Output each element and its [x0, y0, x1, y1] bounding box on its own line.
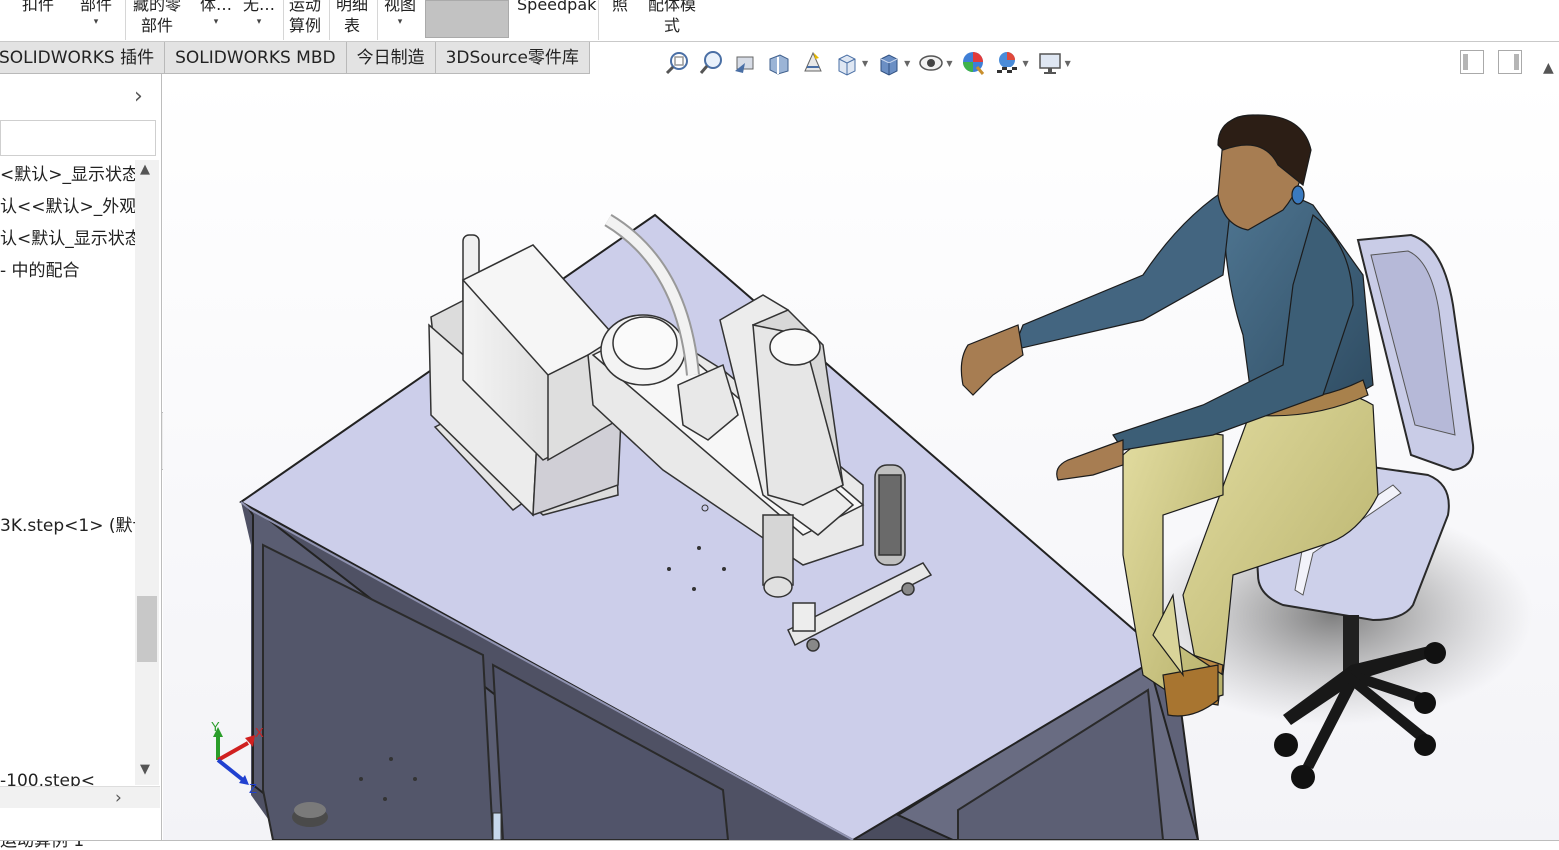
edit-appearance-icon[interactable]	[956, 47, 990, 79]
triad-x-label: X	[255, 725, 264, 740]
ribbon-label: 运动	[289, 0, 322, 14]
scrollbar-thumb[interactable]	[137, 596, 157, 662]
ribbon-label: 照	[612, 0, 629, 14]
dynamic-annotation-icon[interactable]	[796, 47, 830, 79]
hide-show-items-icon[interactable]	[914, 47, 948, 79]
ribbon-large-assembly-button[interactable]: 配体模 式	[648, 0, 696, 36]
ribbon-label: 视图	[384, 0, 417, 14]
chevron-down-icon[interactable]: ▼	[1022, 59, 1028, 68]
tab-solidworks-addins[interactable]: SOLIDWORKS 插件	[0, 42, 166, 74]
tree-item[interactable]: <默认>_显示状态	[0, 164, 139, 186]
chevron-down-icon[interactable]: ▾	[243, 15, 275, 29]
command-manager-tabs: SOLIDWORKS 插件 SOLIDWORKS MBD 今日制造 3DSour…	[0, 42, 590, 74]
chevron-down-icon[interactable]: ▾	[384, 15, 416, 29]
ribbon-label: 式	[664, 16, 681, 35]
expand-left-panel-icon[interactable]	[1460, 50, 1484, 74]
expand-task-pane-icon[interactable]	[1498, 50, 1522, 74]
heads-up-view-toolbar: ▼ ▼ ▼ ▼ ▼	[660, 45, 1075, 81]
tree-vertical-scrollbar[interactable]	[135, 160, 159, 785]
ribbon-components-button[interactable]: 部件 ▾	[80, 0, 112, 29]
panel-expand-chevron-icon[interactable]: ›	[134, 84, 143, 109]
view-settings-icon[interactable]	[1033, 47, 1067, 79]
ribbon-label: Speedpak	[517, 0, 597, 14]
zoom-to-area-icon[interactable]	[694, 47, 728, 79]
scroll-up-icon[interactable]: ▲	[1543, 60, 1554, 76]
motion-study-tab-bar: 运动算例 1	[0, 840, 1559, 850]
graphics-viewport[interactable]: Y X Z	[163, 75, 1559, 840]
chevron-down-icon[interactable]: ▾	[200, 15, 232, 29]
ribbon-bom-button[interactable]: 明细 表	[336, 0, 368, 36]
tab-3dsource-library[interactable]: 3DSource零件库	[435, 42, 590, 74]
ribbon-view-button[interactable]: 视图 ▾	[384, 0, 416, 29]
ribbon-label: 部件	[141, 16, 174, 35]
previous-view-icon[interactable]	[728, 47, 762, 79]
tab-today-manufacturing[interactable]: 今日制造	[346, 42, 436, 74]
ribbon-hidden-components-button[interactable]: 藏的零 部件	[133, 0, 181, 36]
tree-item[interactable]: 3K.step<1> (默认	[0, 515, 149, 537]
ribbon-disabled-button[interactable]	[425, 0, 509, 38]
ribbon-label: 算例	[289, 16, 322, 35]
ribbon-none-button[interactable]: 无… ▾	[243, 0, 275, 29]
feature-manager-tree: › <默认>_显示状态 认<<默认>_外观 显 认<默认_显示状态 - 中的配合…	[0, 74, 162, 840]
ribbon-separator	[283, 0, 284, 40]
view-orientation-icon[interactable]	[830, 47, 864, 79]
ribbon-separator	[598, 0, 599, 40]
ribbon-label: 配体模	[648, 0, 697, 14]
ribbon-body-button[interactable]: 体… ▾	[200, 0, 232, 29]
scroll-right-icon[interactable]: ›	[115, 787, 122, 809]
chevron-down-icon[interactable]: ▼	[946, 59, 952, 68]
chevron-down-icon[interactable]: ▾	[80, 15, 112, 29]
chevron-down-icon[interactable]: ▼	[1065, 59, 1071, 68]
ribbon-label: 明细	[336, 0, 369, 14]
viewport-window-controls	[1460, 50, 1522, 74]
tree-item[interactable]: 认<默认_显示状态	[0, 228, 142, 250]
ribbon-motion-study-button[interactable]: 运动 算例	[289, 0, 321, 36]
ribbon-separator	[125, 0, 126, 40]
section-view-icon[interactable]	[762, 47, 796, 79]
ribbon-label: 藏的零	[133, 0, 182, 14]
ribbon-speedpak-button[interactable]: Speedpak	[517, 0, 596, 15]
ribbon-fasteners-button[interactable]: 扣件	[22, 0, 54, 15]
tab-solidworks-mbd[interactable]: SOLIDWORKS MBD	[165, 42, 347, 74]
command-ribbon: 扣件 部件 ▾ 藏的零 部件 体… ▾ 无… ▾ 运动 算例 明细 表 视图 ▾…	[0, 0, 1559, 42]
ribbon-label: 部件	[80, 0, 113, 14]
zoom-to-fit-icon[interactable]	[660, 47, 694, 79]
ribbon-separator	[377, 0, 378, 40]
display-style-icon[interactable]	[872, 47, 906, 79]
motion-study-tab[interactable]: 运动算例 1	[0, 841, 84, 850]
ribbon-label: 无…	[243, 0, 276, 14]
ribbon-label: 扣件	[22, 0, 55, 14]
ribbon-label: 表	[344, 16, 361, 35]
tree-item-mates[interactable]: - 中的配合	[0, 260, 80, 282]
ribbon-snapshot-button[interactable]: 照	[612, 0, 628, 15]
chevron-down-icon[interactable]: ▼	[862, 59, 868, 68]
chevron-down-icon[interactable]: ▼	[904, 59, 910, 68]
apply-scene-icon[interactable]	[990, 47, 1024, 79]
ribbon-label: 体…	[200, 0, 233, 14]
tree-horizontal-scrollbar[interactable]: ›	[0, 786, 160, 808]
scroll-up-icon[interactable]: ▲	[140, 162, 150, 177]
3d-scene: Y X Z	[163, 75, 1559, 840]
triad-y-label: Y	[211, 719, 220, 734]
ribbon-separator	[329, 0, 330, 40]
scroll-down-icon[interactable]: ▼	[140, 762, 150, 777]
triad-z-label: Z	[249, 781, 257, 796]
tree-filter-input[interactable]	[0, 120, 156, 156]
